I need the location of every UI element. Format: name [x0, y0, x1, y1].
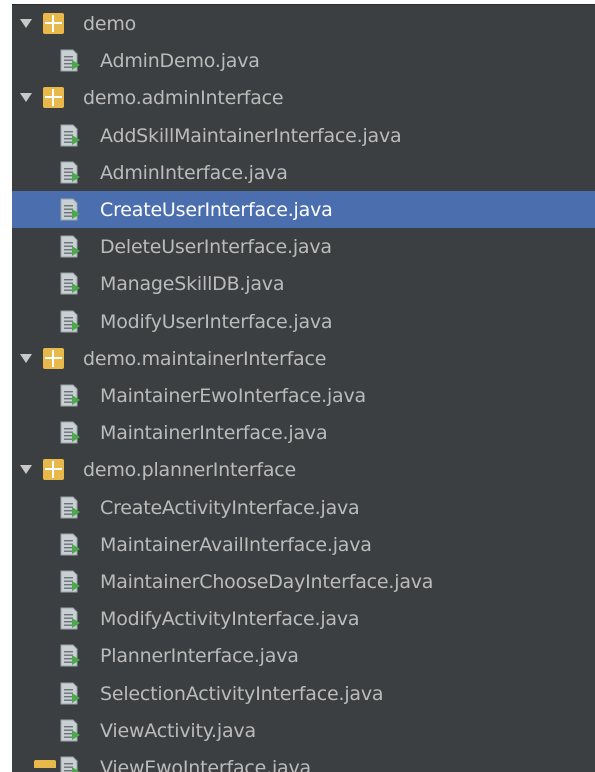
tree-row-label: DeleteUserInterface.java [100, 236, 332, 258]
expanded-arrow-icon[interactable] [20, 19, 32, 28]
tree-row-label: ManageSkillDB.java [100, 273, 284, 295]
tree-row-package[interactable]: demo.adminInterface [12, 79, 595, 116]
package-folder-icon [43, 459, 64, 480]
tree-row-label: PlannerInterface.java [100, 645, 299, 667]
tree-row-label: ViewActivity.java [100, 720, 256, 742]
tree-row-package[interactable]: demo.maintainerInterface [12, 340, 595, 377]
expanded-arrow-icon[interactable] [20, 93, 32, 102]
tree-row-label: demo.plannerInterface [83, 459, 296, 481]
tree-row-label: MaintainerInterface.java [100, 422, 327, 444]
tree-row-label: AddSkillMaintainerInterface.java [100, 125, 401, 147]
tree-row-label: demo [83, 13, 136, 35]
package-folder-icon [43, 13, 64, 34]
next-package-icon-partial [34, 760, 56, 768]
tree-row-file[interactable]: SelectionActivityInterface.java [12, 675, 595, 712]
java-source-file-icon [60, 421, 81, 445]
tree-row-package[interactable]: demo.plannerInterface [12, 451, 595, 488]
tree-row-label: ModifyUserInterface.java [100, 311, 332, 333]
tree-row-file[interactable]: ManageSkillDB.java [12, 265, 595, 302]
tree-row-label: AdminInterface.java [100, 162, 288, 184]
java-source-file-icon [60, 756, 81, 772]
tree-row-label: MaintainerChooseDayInterface.java [100, 571, 433, 593]
tree-row-package[interactable]: demo [12, 5, 595, 42]
tree-row-label: CreateActivityInterface.java [100, 497, 360, 519]
tree-row-label: AdminDemo.java [100, 50, 260, 72]
tree-row-file[interactable]: DeleteUserInterface.java [12, 228, 595, 265]
java-source-file-icon [60, 533, 81, 557]
tree-row-label: ModifyActivityInterface.java [100, 608, 359, 630]
tree-row-label: SelectionActivityInterface.java [100, 683, 383, 705]
package-folder-icon [43, 87, 64, 108]
package-folder-icon [43, 348, 64, 369]
java-source-file-icon [60, 161, 81, 185]
tree-row-file[interactable]: PlannerInterface.java [12, 637, 595, 674]
tree-row-file[interactable]: ViewEwoInterface.java [12, 749, 595, 772]
tree-row-file[interactable]: AdminDemo.java [12, 42, 595, 79]
tree-row-file-selected[interactable]: CreateUserInterface.java [12, 191, 595, 228]
tree-row-label: MaintainerEwoInterface.java [100, 385, 366, 407]
java-source-file-icon [60, 496, 81, 520]
tree-row-label: MaintainerAvailInterface.java [100, 534, 372, 556]
expanded-arrow-icon[interactable] [20, 354, 32, 363]
java-source-file-icon [60, 384, 81, 408]
tree-row-label: demo.maintainerInterface [83, 348, 326, 370]
tree-row-file[interactable]: ModifyActivityInterface.java [12, 600, 595, 637]
java-source-file-icon [60, 198, 81, 222]
tree-row-file[interactable]: ViewActivity.java [12, 712, 595, 749]
java-source-file-icon [60, 124, 81, 148]
tree-row-file[interactable]: ModifyUserInterface.java [12, 303, 595, 340]
tree-row-file[interactable]: MaintainerEwoInterface.java [12, 377, 595, 414]
java-source-file-icon [60, 49, 81, 73]
tree-row-file[interactable]: AdminInterface.java [12, 154, 595, 191]
tree-row-file[interactable]: MaintainerInterface.java [12, 414, 595, 451]
java-source-file-icon [60, 719, 81, 743]
tree-row-label: CreateUserInterface.java [100, 199, 333, 221]
tree-row-label: demo.adminInterface [83, 87, 283, 109]
java-source-file-icon [60, 235, 81, 259]
tree-row-file[interactable]: MaintainerChooseDayInterface.java [12, 563, 595, 600]
java-source-file-icon [60, 272, 81, 296]
java-source-file-icon [60, 644, 81, 668]
java-source-file-icon [60, 570, 81, 594]
tree-row-label: ViewEwoInterface.java [100, 757, 311, 772]
project-tree-view: demo AdminDemo.java demo.adminInterface Add… [0, 0, 595, 771]
java-source-file-icon [60, 607, 81, 631]
project-tree-panel[interactable]: demo AdminDemo.java demo.adminInterface Add… [12, 4, 595, 772]
java-source-file-icon [60, 682, 81, 706]
expanded-arrow-icon[interactable] [20, 465, 32, 474]
tree-row-file[interactable]: CreateActivityInterface.java [12, 489, 595, 526]
tree-row-file[interactable]: MaintainerAvailInterface.java [12, 526, 595, 563]
java-source-file-icon [60, 310, 81, 334]
tree-row-file[interactable]: AddSkillMaintainerInterface.java [12, 117, 595, 154]
